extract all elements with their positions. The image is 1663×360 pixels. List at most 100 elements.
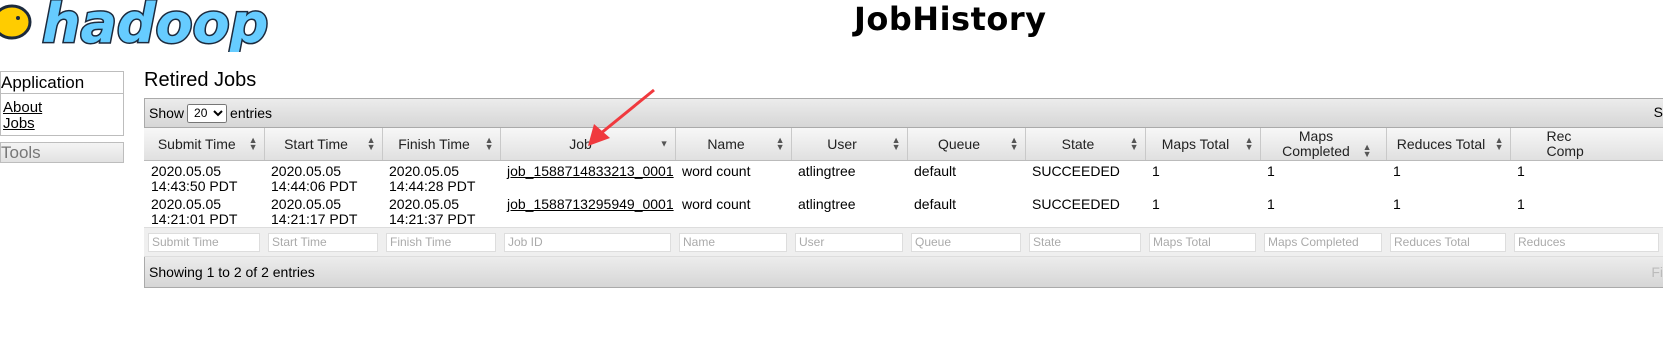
job-id-link[interactable]: job_1588713295949_0001 xyxy=(507,196,674,212)
col-label: Job xyxy=(569,136,592,152)
col-header-queue[interactable]: Queue ▲ ▼ xyxy=(907,128,1026,161)
filter-input-start-time[interactable] xyxy=(268,232,378,252)
sort-icon: ▲ ▼ xyxy=(1244,135,1254,152)
cell-text: 1 xyxy=(1393,196,1401,212)
col-header-submit-time[interactable]: Submit Time ▲ ▼ xyxy=(144,128,265,161)
cell-text: 2020.05.05 14:44:06 PDT xyxy=(271,163,358,194)
cell-text: default xyxy=(914,196,957,212)
col-header-start-time[interactable]: Start Time ▲ ▼ xyxy=(264,128,383,161)
cell-text: 1 xyxy=(1517,163,1525,179)
sidebar-links: About Jobs xyxy=(1,94,123,135)
col-header-finish-time[interactable]: Finish Time ▲ ▼ xyxy=(382,128,501,161)
col-header-name[interactable]: Name ▲ ▼ xyxy=(675,128,792,161)
table-header-row: Submit Time ▲ ▼ Start Time ▲ ▼ Finish Time ▲ ▼… xyxy=(144,128,1663,161)
sidebar-application-header[interactable]: Application xyxy=(1,72,123,94)
filter-input-user[interactable] xyxy=(795,232,903,252)
filter-input-state[interactable] xyxy=(1029,232,1141,252)
cell-job-id: job_1588713295949_0001 xyxy=(500,194,675,228)
cell-queue: default xyxy=(907,161,1025,195)
sidebar-link-jobs[interactable]: Jobs xyxy=(3,116,121,132)
filter-input-queue[interactable] xyxy=(911,232,1021,252)
entries-info: Showing 1 to 2 of 2 entries xyxy=(149,264,315,280)
col-label: Maps Total xyxy=(1161,136,1230,152)
sort-icon: ▲ ▼ xyxy=(891,135,901,152)
cell-text: 2020.05.05 14:44:28 PDT xyxy=(389,163,476,194)
cell-text: word count xyxy=(682,163,751,179)
cell-name: word count xyxy=(675,161,791,195)
show-label: Show xyxy=(149,105,185,121)
sort-icon: ▲ ▼ xyxy=(1129,135,1139,152)
job-id-link[interactable]: job_1588714833213_0001 xyxy=(507,163,674,179)
cell-text: word count xyxy=(682,196,751,212)
col-header-job-id[interactable]: Job ▼ xyxy=(500,128,676,161)
cell-text: 1 xyxy=(1517,196,1525,212)
cell-name: word count xyxy=(675,194,791,228)
cell-text: 1 xyxy=(1152,196,1160,212)
filter-cell xyxy=(264,227,382,257)
col-header-maps-completed[interactable]: Maps Completed ▲ ▼ xyxy=(1260,128,1387,161)
filter-input-maps-total[interactable] xyxy=(1149,232,1256,252)
filter-input-reduces-total[interactable] xyxy=(1390,232,1506,252)
col-label: User xyxy=(827,136,857,152)
search-label-clipped: S xyxy=(1653,104,1663,120)
col-header-state[interactable]: State ▲ ▼ xyxy=(1025,128,1146,161)
cell-submit-time: 2020.05.05 14:43:50 PDT xyxy=(144,161,264,195)
col-label: Rec Comp xyxy=(1546,128,1584,159)
col-label: Name xyxy=(707,136,745,152)
sort-icon: ▲ ▼ xyxy=(1494,135,1504,152)
col-label: Maps Completed xyxy=(1282,128,1350,159)
col-label: Queue xyxy=(937,136,981,152)
filter-cell xyxy=(1145,227,1260,257)
col-label: Finish Time xyxy=(398,136,470,152)
filter-input-reduces-completed[interactable] xyxy=(1514,232,1659,252)
col-header-reduces-completed[interactable]: Rec Comp xyxy=(1510,128,1663,161)
filter-input-finish-time[interactable] xyxy=(386,232,496,252)
filter-cell xyxy=(1260,227,1386,257)
filter-input-maps-completed[interactable] xyxy=(1264,232,1382,252)
filter-row xyxy=(144,227,1663,257)
col-header-user[interactable]: User ▲ ▼ xyxy=(791,128,908,161)
entries-select[interactable]: 20 xyxy=(187,103,228,123)
cell-text: SUCCEEDED xyxy=(1032,163,1120,179)
cell-text: 2020.05.05 14:21:37 PDT xyxy=(389,196,476,227)
filter-input-name[interactable] xyxy=(679,232,787,252)
filter-cell xyxy=(1025,227,1145,257)
filter-cell xyxy=(1386,227,1510,257)
cell-reduces-completed: 1 xyxy=(1510,194,1663,228)
filter-input-job-id[interactable] xyxy=(504,232,671,252)
cell-text: atlingtree xyxy=(798,163,856,179)
sort-icon: ▲ ▼ xyxy=(1009,135,1019,152)
sort-icon: ▲ ▼ xyxy=(1362,142,1372,159)
col-header-maps-total[interactable]: Maps Total ▲ ▼ xyxy=(1145,128,1261,161)
filter-cell xyxy=(1510,227,1663,257)
cell-maps-total: 1 xyxy=(1145,194,1260,228)
cell-start-time: 2020.05.05 14:44:06 PDT xyxy=(264,161,382,195)
sidebar-tools-header[interactable]: Tools xyxy=(0,142,124,163)
sort-icon: ▲ ▼ xyxy=(248,135,258,152)
sort-icon: ▲ ▼ xyxy=(775,135,785,152)
sidebar-application: Application About Jobs xyxy=(0,71,124,136)
col-label: Submit Time xyxy=(157,136,236,152)
cell-maps-total: 1 xyxy=(1145,161,1260,195)
col-header-reduces-total[interactable]: Reduces Total ▲ ▼ xyxy=(1386,128,1511,161)
filter-input-submit-time[interactable] xyxy=(148,232,260,252)
filter-cell xyxy=(382,227,500,257)
cell-start-time: 2020.05.05 14:21:17 PDT xyxy=(264,194,382,228)
cell-text: 2020.05.05 14:43:50 PDT xyxy=(151,163,238,194)
sidebar-link-about[interactable]: About xyxy=(3,100,121,116)
cell-submit-time: 2020.05.05 14:21:01 PDT xyxy=(144,194,264,228)
sort-desc-icon: ▼ xyxy=(659,138,669,149)
cell-text: default xyxy=(914,163,957,179)
entries-label: entries xyxy=(230,105,273,121)
table-row: 2020.05.05 14:21:01 PDT 2020.05.05 14:21:… xyxy=(144,194,1663,228)
col-label: Reduces Total xyxy=(1396,136,1486,152)
cell-text: 1 xyxy=(1152,163,1160,179)
col-label: State xyxy=(1061,136,1095,152)
section-title: Retired Jobs xyxy=(144,69,257,91)
table-row: 2020.05.05 14:43:50 PDT 2020.05.05 14:44:… xyxy=(144,161,1663,195)
filter-cell xyxy=(500,227,675,257)
filter-cell xyxy=(791,227,907,257)
jobs-table: Submit Time ▲ ▼ Start Time ▲ ▼ Finish Time ▲ ▼… xyxy=(144,128,1663,257)
cell-text: 2020.05.05 14:21:01 PDT xyxy=(151,196,238,227)
pagination-first-clipped[interactable]: Fi xyxy=(1651,264,1663,280)
